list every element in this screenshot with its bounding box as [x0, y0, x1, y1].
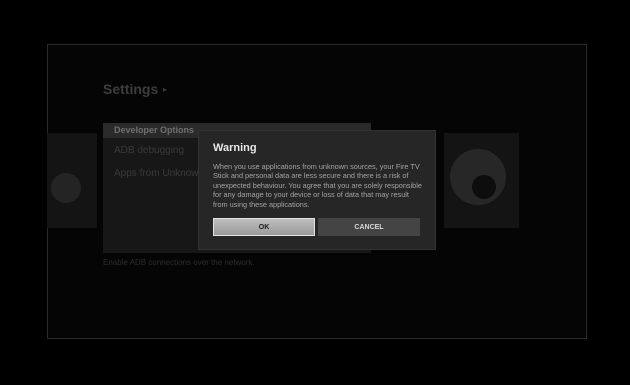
avatar-icon [450, 149, 506, 205]
chevron-right-icon: ▸ [163, 85, 168, 94]
dialog-title: Warning [213, 142, 257, 154]
tile-icon [51, 173, 81, 203]
background-tile-right [444, 133, 519, 228]
option-help-text: Enable ADB connections over the network. [103, 258, 255, 267]
cancel-button[interactable]: CANCEL [318, 218, 420, 236]
ok-button[interactable]: OK [213, 218, 315, 236]
dialog-message: When you use applications from unknown s… [213, 162, 422, 209]
background-tile-left [47, 133, 97, 228]
settings-title: Settings [103, 81, 159, 97]
tv-screen-frame: Settings ▸ Developer Options ADB debuggi… [0, 0, 630, 385]
adb-debugging-option[interactable]: ADB debugging [114, 145, 184, 156]
warning-dialog: Warning When you use applications from u… [198, 130, 436, 250]
avatar-head-icon [472, 175, 496, 199]
developer-options-label: Developer Options [114, 125, 195, 135]
